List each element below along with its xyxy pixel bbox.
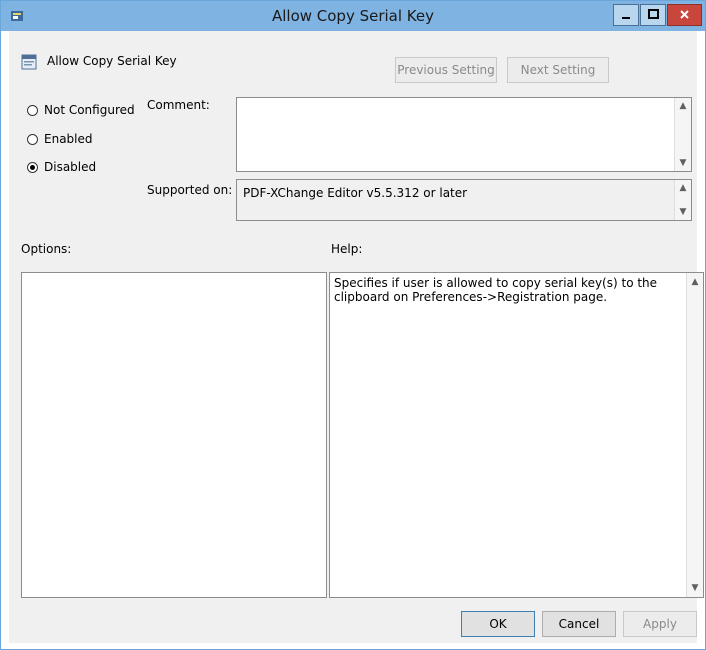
radio-disabled-indicator[interactable]	[27, 162, 38, 173]
scroll-down-arrow-icon[interactable]: ▼	[678, 158, 688, 168]
radio-not-configured-indicator[interactable]	[27, 105, 38, 116]
maximize-icon	[648, 9, 659, 19]
previous-setting-label: Previous Setting	[397, 63, 495, 77]
options-label: Options:	[21, 242, 72, 256]
title-bar[interactable]: Allow Copy Serial Key	[1, 1, 705, 31]
comment-scrollbar[interactable]: ▲ ▼	[674, 98, 691, 171]
policy-setting-icon	[21, 54, 37, 70]
radio-enabled-indicator[interactable]	[27, 134, 38, 145]
scroll-up-arrow-icon[interactable]: ▲	[690, 277, 700, 287]
help-text: Specifies if user is allowed to copy ser…	[334, 276, 658, 304]
radio-not-configured-label: Not Configured	[44, 103, 135, 117]
window-title: Allow Copy Serial Key	[271, 7, 435, 25]
ok-button[interactable]: OK	[461, 611, 535, 637]
scroll-down-arrow-icon[interactable]: ▼	[678, 207, 688, 217]
supported-scrollbar[interactable]: ▲ ▼	[674, 180, 691, 220]
supported-on-label: Supported on:	[147, 183, 233, 197]
apply-label: Apply	[643, 617, 677, 631]
radio-disabled-label: Disabled	[44, 160, 97, 174]
scroll-down-arrow-icon[interactable]: ▼	[690, 583, 700, 593]
help-panel[interactable]: Specifies if user is allowed to copy ser…	[329, 272, 704, 598]
close-button[interactable]	[667, 4, 702, 26]
previous-setting-button[interactable]: Previous Setting	[395, 57, 497, 83]
minimize-icon	[622, 17, 630, 19]
minimize-button[interactable]	[613, 4, 639, 26]
comment-textarea[interactable]: ▲ ▼	[236, 97, 692, 172]
next-setting-label: Next Setting	[520, 63, 596, 77]
setting-title: Allow Copy Serial Key	[47, 54, 177, 68]
supported-on-value: PDF-XChange Editor v5.5.312 or later	[243, 186, 468, 200]
help-label: Help:	[331, 242, 363, 256]
maximize-button[interactable]	[640, 4, 666, 26]
cancel-label: Cancel	[558, 617, 600, 631]
supported-on-field: PDF-XChange Editor v5.5.312 or later ▲ ▼	[236, 179, 692, 221]
dialog-body: Allow Copy Serial Key Previous Setting N…	[9, 31, 704, 643]
next-setting-button[interactable]: Next Setting	[507, 57, 609, 83]
options-panel[interactable]	[21, 272, 327, 598]
cancel-button[interactable]: Cancel	[542, 611, 616, 637]
close-icon	[680, 10, 689, 19]
apply-button[interactable]: Apply	[623, 611, 697, 637]
radio-enabled-label: Enabled	[44, 132, 93, 146]
scroll-up-arrow-icon[interactable]: ▲	[678, 101, 688, 111]
scroll-up-arrow-icon[interactable]: ▲	[678, 183, 688, 193]
help-scrollbar[interactable]: ▲ ▼	[686, 273, 703, 597]
ok-label: OK	[489, 617, 507, 631]
policy-dialog-window: Allow Copy Serial Key Allow Copy Serial …	[0, 0, 706, 650]
comment-label: Comment:	[147, 98, 210, 112]
